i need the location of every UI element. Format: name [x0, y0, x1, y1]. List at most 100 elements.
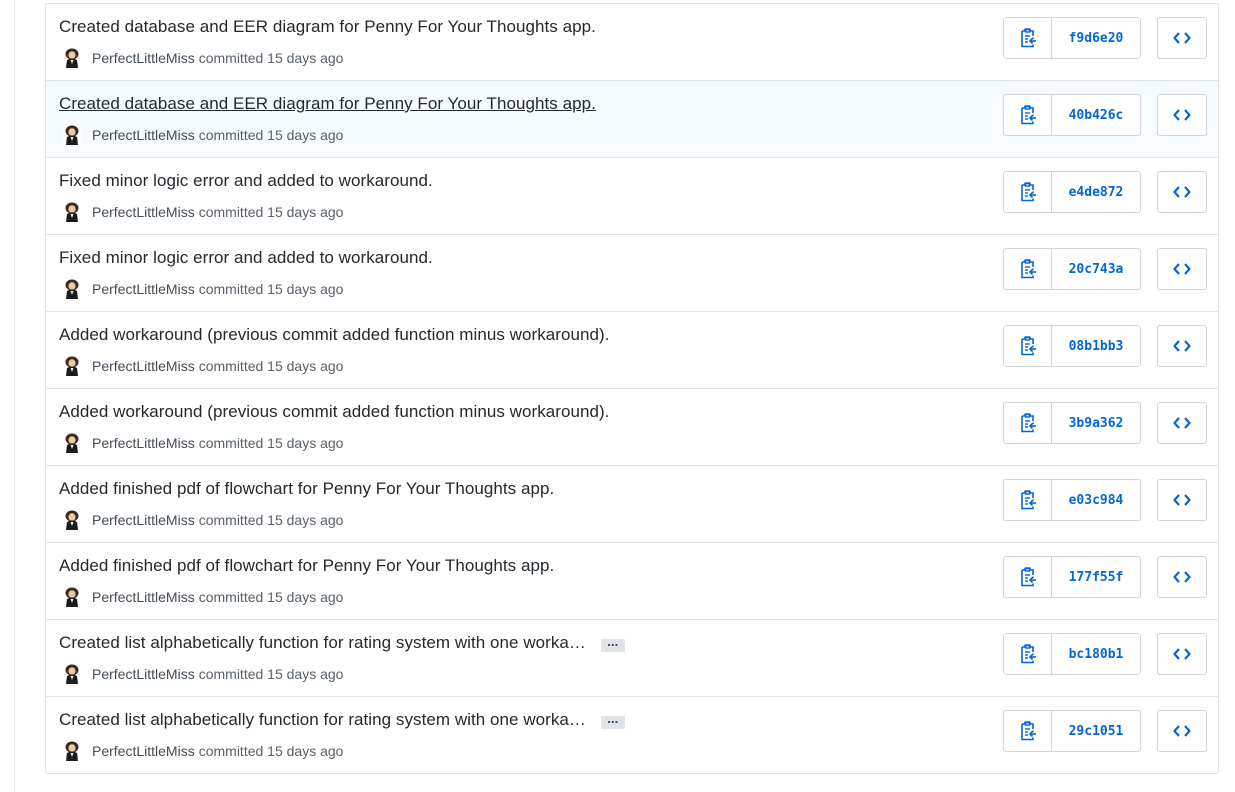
commit-author[interactable]: PerfectLittleMiss — [92, 358, 195, 374]
commit-sha-link[interactable]: 20c743a — [1052, 249, 1140, 289]
copy-sha-button[interactable] — [1004, 18, 1052, 58]
commit-message-link[interactable]: Created list alphabetically function for… — [59, 710, 586, 729]
commit-author[interactable]: PerfectLittleMiss — [92, 50, 195, 66]
copy-sha-button[interactable] — [1004, 172, 1052, 212]
commit-message-link[interactable]: Fixed minor logic error and added to wor… — [59, 171, 433, 190]
avatar[interactable] — [63, 202, 81, 222]
commit-sha-link[interactable]: bc180b1 — [1052, 634, 1140, 674]
commit-title[interactable]: Created list alphabetically function for… — [59, 633, 625, 653]
commit-time: 15 days ago — [267, 358, 344, 374]
avatar[interactable] — [63, 587, 81, 607]
commit-sha-link[interactable]: 08b1bb3 — [1052, 326, 1140, 366]
commit-author[interactable]: PerfectLittleMiss — [92, 666, 195, 682]
commit-author[interactable]: PerfectLittleMiss — [92, 512, 195, 528]
sha-button-group: e03c984 — [1003, 479, 1141, 521]
avatar[interactable] — [63, 664, 81, 684]
browse-repo-button[interactable] — [1157, 17, 1207, 59]
commit-time: 15 days ago — [267, 50, 344, 66]
browse-repo-button[interactable] — [1157, 325, 1207, 367]
avatar[interactable] — [63, 356, 81, 376]
expand-message-button[interactable]: … — [600, 714, 625, 729]
browse-repo-button[interactable] — [1157, 633, 1207, 675]
commit-list: Created database and EER diagram for Pen… — [45, 3, 1219, 774]
commit-message-link[interactable]: Added finished pdf of flowchart for Penn… — [59, 479, 554, 498]
commit-title[interactable]: Added finished pdf of flowchart for Penn… — [59, 556, 554, 576]
browse-repo-button[interactable] — [1157, 248, 1207, 290]
avatar[interactable] — [63, 510, 81, 530]
avatar[interactable] — [63, 279, 81, 299]
commit-message-link[interactable]: Added workaround (previous commit added … — [59, 402, 609, 421]
code-icon — [1173, 571, 1191, 583]
clippy-icon — [1020, 259, 1036, 279]
commit-action-text: committed — [198, 435, 264, 451]
commit-title[interactable]: Fixed minor logic error and added to wor… — [59, 248, 433, 268]
code-icon — [1173, 417, 1191, 429]
copy-sha-button[interactable] — [1004, 480, 1052, 520]
commit-author[interactable]: PerfectLittleMiss — [92, 743, 195, 759]
commit-message-link[interactable]: Fixed minor logic error and added to wor… — [59, 248, 433, 267]
commit-message-link[interactable]: Created list alphabetically function for… — [59, 633, 586, 652]
commit-message-link[interactable]: Created database and EER diagram for Pen… — [59, 94, 596, 113]
commit-action-text: committed — [198, 127, 264, 143]
browse-repo-button[interactable] — [1157, 94, 1207, 136]
commit-time: 15 days ago — [267, 589, 344, 605]
commit-message-link[interactable]: Created database and EER diagram for Pen… — [59, 17, 596, 36]
commit-title[interactable]: Created list alphabetically function for… — [59, 710, 625, 730]
commit-sha-link[interactable]: e03c984 — [1052, 480, 1140, 520]
commit-author[interactable]: PerfectLittleMiss — [92, 589, 195, 605]
commit-time: 15 days ago — [267, 204, 344, 220]
commit-action-text: committed — [198, 50, 264, 66]
commit-author[interactable]: PerfectLittleMiss — [92, 127, 195, 143]
commit-title[interactable]: Added finished pdf of flowchart for Penn… — [59, 479, 554, 499]
commit-author[interactable]: PerfectLittleMiss — [92, 204, 195, 220]
copy-sha-button[interactable] — [1004, 634, 1052, 674]
copy-sha-button[interactable] — [1004, 403, 1052, 443]
commit-time: 15 days ago — [267, 743, 344, 759]
commit-sha-link[interactable]: 3b9a362 — [1052, 403, 1140, 443]
commit-title[interactable]: Added workaround (previous commit added … — [59, 402, 609, 422]
commit-row: Added finished pdf of flowchart for Penn… — [46, 543, 1218, 620]
avatar[interactable] — [63, 741, 81, 761]
clippy-icon — [1020, 182, 1036, 202]
browse-repo-button[interactable] — [1157, 171, 1207, 213]
commit-message-link[interactable]: Added workaround (previous commit added … — [59, 325, 609, 344]
commit-title[interactable]: Fixed minor logic error and added to wor… — [59, 171, 433, 191]
code-icon — [1173, 340, 1191, 352]
commit-title[interactable]: Created database and EER diagram for Pen… — [59, 17, 596, 37]
browse-repo-button[interactable] — [1157, 479, 1207, 521]
copy-sha-button[interactable] — [1004, 326, 1052, 366]
sha-button-group: 29c1051 — [1003, 710, 1141, 752]
browse-repo-button[interactable] — [1157, 402, 1207, 444]
commit-author[interactable]: PerfectLittleMiss — [92, 435, 195, 451]
commit-title[interactable]: Added workaround (previous commit added … — [59, 325, 609, 345]
sha-button-group: 3b9a362 — [1003, 402, 1141, 444]
avatar[interactable] — [63, 48, 81, 68]
copy-sha-button[interactable] — [1004, 249, 1052, 289]
commit-meta: PerfectLittleMiss committed 15 days ago — [63, 202, 343, 222]
avatar[interactable] — [63, 125, 81, 145]
copy-sha-button[interactable] — [1004, 557, 1052, 597]
clippy-icon — [1020, 490, 1036, 510]
commit-time: 15 days ago — [267, 512, 344, 528]
commit-action-text: committed — [198, 281, 264, 297]
code-icon — [1173, 32, 1191, 44]
commit-author[interactable]: PerfectLittleMiss — [92, 281, 195, 297]
commit-message-link[interactable]: Added finished pdf of flowchart for Penn… — [59, 556, 554, 575]
commit-sha-link[interactable]: e4de872 — [1052, 172, 1140, 212]
commit-title[interactable]: Created database and EER diagram for Pen… — [59, 94, 596, 114]
copy-sha-button[interactable] — [1004, 711, 1052, 751]
expand-message-button[interactable]: … — [600, 637, 625, 652]
code-icon — [1173, 725, 1191, 737]
commit-sha-link[interactable]: 40b426c — [1052, 95, 1140, 135]
commit-sha-link[interactable]: f9d6e20 — [1052, 18, 1140, 58]
clippy-icon — [1020, 28, 1036, 48]
commit-sha-link[interactable]: 29c1051 — [1052, 711, 1140, 751]
browse-repo-button[interactable] — [1157, 556, 1207, 598]
copy-sha-button[interactable] — [1004, 95, 1052, 135]
avatar[interactable] — [63, 433, 81, 453]
commit-action-text: committed — [198, 589, 264, 605]
commit-action-text: committed — [198, 204, 264, 220]
commit-meta: PerfectLittleMiss committed 15 days ago — [63, 279, 343, 299]
browse-repo-button[interactable] — [1157, 710, 1207, 752]
commit-sha-link[interactable]: 177f55f — [1052, 557, 1140, 597]
